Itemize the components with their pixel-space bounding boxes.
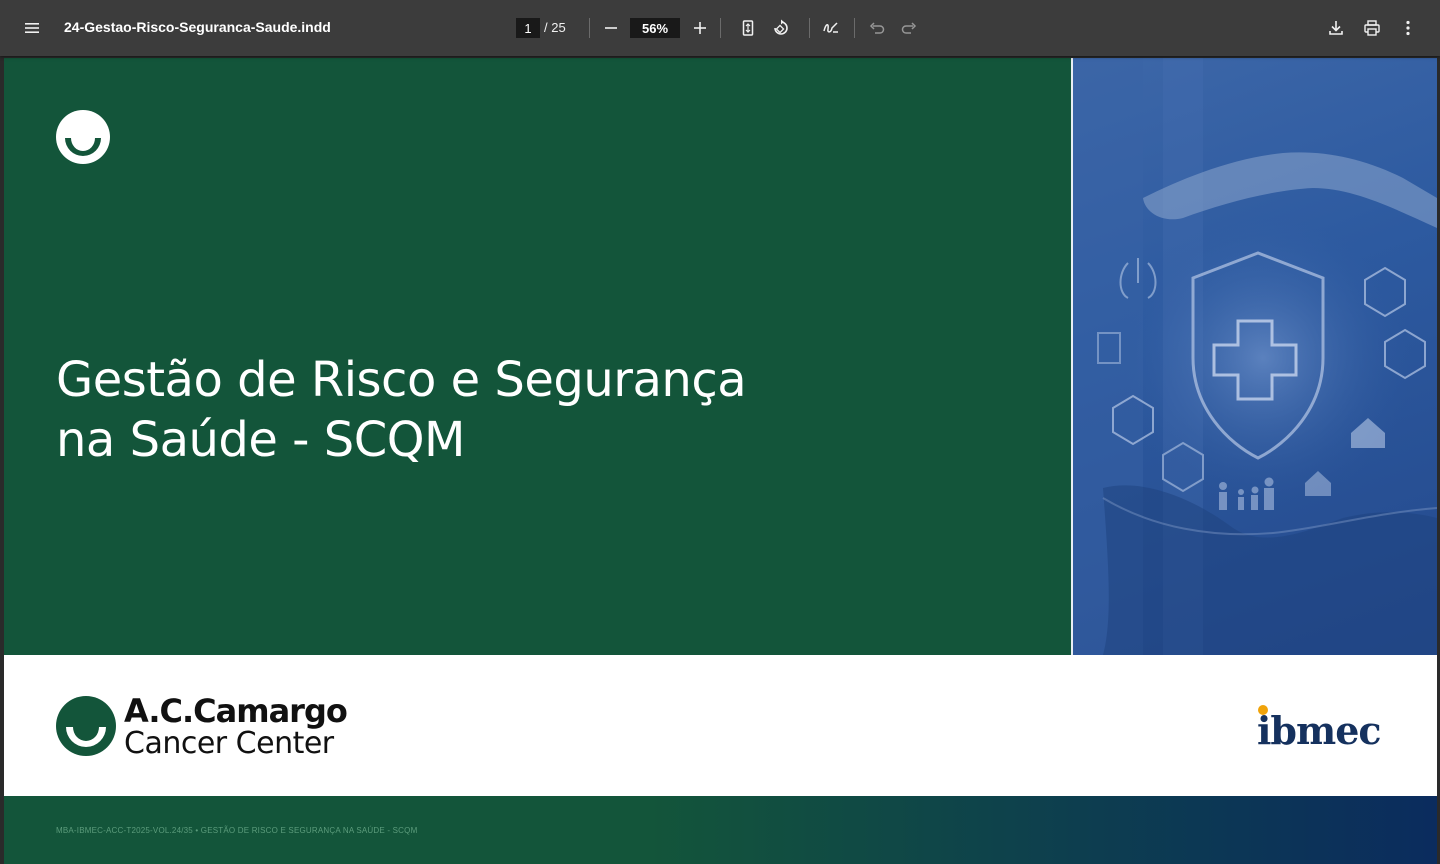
undo-icon[interactable] bbox=[861, 12, 893, 44]
page-total: / 25 bbox=[544, 20, 566, 35]
hands-shield-illustration bbox=[1073, 58, 1437, 655]
toolbar-separator bbox=[589, 18, 590, 38]
download-icon[interactable] bbox=[1320, 12, 1352, 44]
annotate-icon[interactable] bbox=[815, 12, 847, 44]
pdf-toolbar: 24-Gestao-Risco-Seguranca-Saude.indd 1 /… bbox=[0, 0, 1440, 56]
footer-text: MBA-IBMEC-ACC-T2025-VOL.24/35 • GESTÃO D… bbox=[56, 826, 418, 835]
accamargo-smile-icon bbox=[56, 696, 116, 756]
toolbar-separator bbox=[854, 18, 855, 38]
toolbar-separator bbox=[809, 18, 810, 38]
page-number-input[interactable]: 1 bbox=[516, 18, 540, 38]
smile-logo-icon bbox=[56, 110, 110, 164]
title-line-1: Gestão de Risco e Segurança bbox=[56, 352, 747, 408]
hamburger-menu-icon[interactable] bbox=[16, 12, 48, 44]
file-title: 24-Gestao-Risco-Seguranca-Saude.indd bbox=[64, 19, 331, 35]
partner-logo: ibmec bbox=[1257, 708, 1382, 753]
brand-name-line-2: Cancer Center bbox=[124, 726, 334, 761]
rotate-icon[interactable] bbox=[765, 12, 797, 44]
zoom-in-icon[interactable] bbox=[684, 12, 716, 44]
title-line-2: na Saúde - SCQM bbox=[56, 412, 465, 468]
more-options-icon[interactable] bbox=[1392, 12, 1424, 44]
cover-photo bbox=[1073, 58, 1437, 655]
fit-page-icon[interactable] bbox=[732, 12, 764, 44]
footer-band: MBA-IBMEC-ACC-T2025-VOL.24/35 • GESTÃO D… bbox=[4, 796, 1437, 864]
zoom-out-icon[interactable] bbox=[595, 12, 627, 44]
zoom-level-input[interactable]: 56% bbox=[630, 18, 680, 38]
toolbar-separator bbox=[720, 18, 721, 38]
brand-name-line-1: A.C.Camargo bbox=[124, 692, 348, 730]
redo-icon[interactable] bbox=[893, 12, 925, 44]
cover-green-panel: Gestão de Risco e Segurança na Saúde - S… bbox=[4, 58, 1071, 655]
pdf-page: Gestão de Risco e Segurança na Saúde - S… bbox=[4, 58, 1437, 864]
print-icon[interactable] bbox=[1356, 12, 1388, 44]
page-title: Gestão de Risco e Segurança na Saúde - S… bbox=[56, 350, 747, 470]
